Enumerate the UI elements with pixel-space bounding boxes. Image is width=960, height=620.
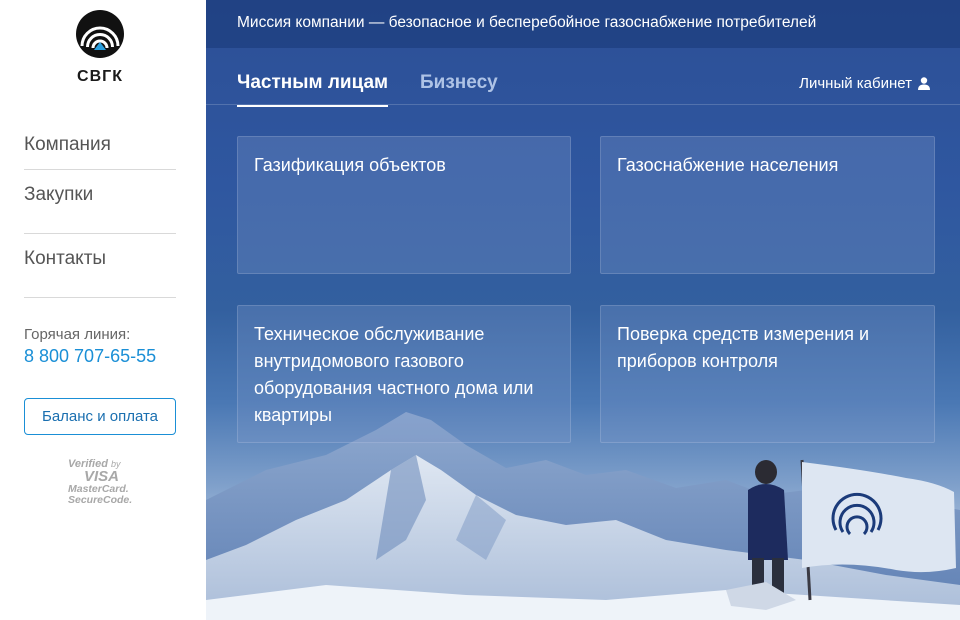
mission-text: Миссия компании — безопасное и бесперебо… xyxy=(237,14,817,31)
mastercard-securecode-badge: Verified by VISA MasterCard. SecureCode. xyxy=(68,459,138,506)
personal-account-label: Личный кабинет xyxy=(799,75,912,92)
service-card-maintenance[interactable]: Техническое обслуживание внутридомового … xyxy=(237,305,571,443)
mission-bar: Миссия компании — безопасное и бесперебо… xyxy=(206,0,960,48)
hotline-phone-link[interactable]: 8 800 707-65-55 xyxy=(24,346,156,367)
svgk-logo-icon[interactable] xyxy=(75,9,125,59)
service-card-meter-verification[interactable]: Поверка средств измерения и приборов кон… xyxy=(600,305,935,443)
hero-section: Миссия компании — безопасное и бесперебо… xyxy=(206,0,960,620)
user-icon xyxy=(918,77,930,90)
nav-item-contacts[interactable]: Контакты xyxy=(24,234,176,298)
service-card-gas-supply[interactable]: Газоснабжение населения xyxy=(600,136,935,274)
tab-business[interactable]: Бизнесу xyxy=(420,72,498,94)
personal-account-link[interactable]: Личный кабинет xyxy=(799,75,930,92)
service-card-gasification[interactable]: Газификация объектов xyxy=(237,136,571,274)
sidebar-nav: Компания Закупки Контакты xyxy=(24,130,176,298)
brand-name: СВГК xyxy=(77,68,123,85)
nav-item-purchases[interactable]: Закупки xyxy=(24,170,176,234)
audience-tabs: Частным лицам Бизнесу Личный кабинет xyxy=(206,50,960,107)
secure-badge-visa: VISA xyxy=(84,468,120,485)
sidebar: СВГК Компания Закупки Контакты Горячая л… xyxy=(0,0,206,620)
hotline-label: Горячая линия: xyxy=(24,326,131,343)
tab-private-clients[interactable]: Частным лицам xyxy=(237,72,389,107)
balance-payment-button[interactable]: Баланс и оплата xyxy=(24,398,176,435)
secure-badge-securecode: SecureCode. xyxy=(68,494,133,506)
nav-item-company[interactable]: Компания xyxy=(24,130,176,170)
